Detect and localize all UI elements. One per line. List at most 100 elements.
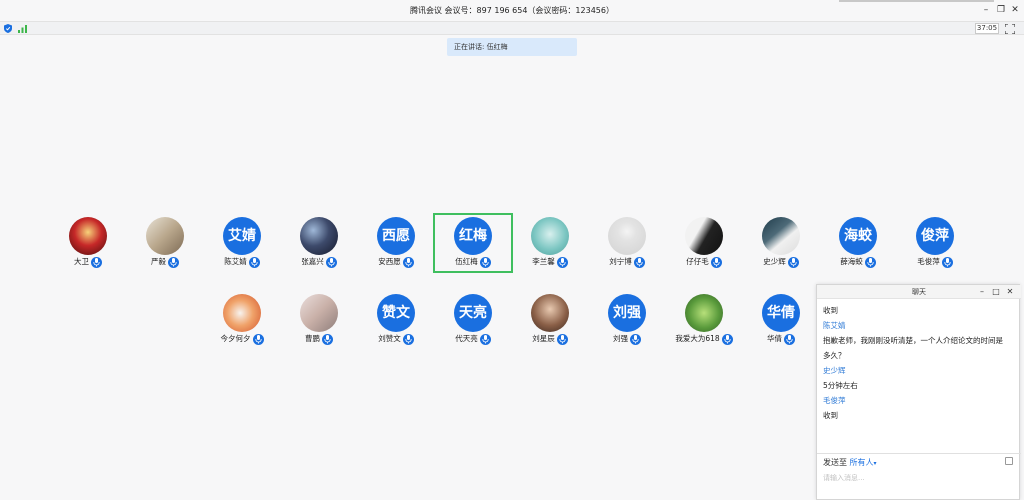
participant-name-row: 张嘉兴 <box>279 256 359 268</box>
avatar: 华倩 <box>762 294 800 332</box>
participant-tile[interactable]: 华倩 华倩 <box>741 290 821 350</box>
close-button[interactable]: ✕ <box>1009 4 1021 16</box>
screenshot-icon[interactable] <box>1005 457 1013 465</box>
avatar <box>223 294 261 332</box>
send-target-label: 所有人 <box>849 458 874 467</box>
avatar <box>685 294 723 332</box>
participant-name: 大卫 <box>74 257 89 266</box>
participant-tile[interactable]: 张嘉兴 <box>279 213 359 273</box>
microphone-icon[interactable] <box>91 256 102 268</box>
status-bar: 37:05 <box>0 21 1024 35</box>
participant-tile[interactable]: 艾婧 陈艾婧 <box>202 213 282 273</box>
microphone-icon[interactable] <box>252 333 264 345</box>
microphone-icon[interactable] <box>721 333 733 345</box>
participant-name: 李兰馨 <box>532 257 555 266</box>
participant-name-row: 代天亮 <box>433 333 513 345</box>
participant-tile[interactable]: 大卫 <box>48 213 128 273</box>
participant-tile[interactable]: 严毅 <box>125 213 205 273</box>
participant-tile[interactable]: 史少辉 <box>741 213 821 273</box>
participant-name: 刘强 <box>613 334 628 343</box>
participant-tile[interactable]: 李兰馨 <box>510 213 590 273</box>
participant-name: 曹鹏 <box>305 334 320 343</box>
chat-message-text: 5分钟左右 <box>823 381 858 390</box>
chat-message-text: 抱歉老师，我刚刚没听清楚，一个人介绍论文的时间是 <box>823 336 1003 345</box>
participant-name: 今夕何夕 <box>220 334 251 343</box>
participant-name-row: 今夕何夕 <box>202 333 282 345</box>
participant-tile[interactable]: 曹鹏 <box>279 290 359 350</box>
participant-tile[interactable]: 仔仔毛 <box>664 213 744 273</box>
chat-sender-name: 陈艾婧 <box>823 321 846 330</box>
participant-tile[interactable]: 天亮 代天亮 <box>433 290 513 350</box>
chat-message-text: 收到 <box>823 411 838 420</box>
microphone-icon[interactable] <box>168 256 179 268</box>
participant-name-row: 华倩 <box>741 333 821 345</box>
microphone-icon[interactable] <box>864 256 876 268</box>
chat-minimize-button[interactable]: – <box>977 287 987 297</box>
chat-close-button[interactable]: ✕ <box>1005 287 1015 297</box>
microphone-icon[interactable] <box>787 256 799 268</box>
microphone-icon[interactable] <box>556 333 568 345</box>
speaking-indicator: 正在讲话: 伍红梅 <box>447 38 577 56</box>
participant-tile[interactable]: 今夕何夕 <box>202 290 282 350</box>
send-to-label: 发送至 <box>823 458 847 467</box>
avatar <box>531 217 569 255</box>
fullscreen-icon[interactable] <box>1005 24 1015 34</box>
participant-name-row: 刘宁博 <box>587 256 667 268</box>
microphone-icon[interactable] <box>479 333 491 345</box>
participant-name-row: 曹鹏 <box>279 333 359 345</box>
participant-tile[interactable]: 俊萍 毛俊萍 <box>895 213 975 273</box>
participant-name-row: 李兰馨 <box>510 256 590 268</box>
chat-message-text: 收到 <box>823 306 838 315</box>
restore-button[interactable]: ❐ <box>995 4 1007 16</box>
top-edge-line <box>839 0 994 2</box>
microphone-icon[interactable] <box>402 256 414 268</box>
participant-tile[interactable]: 赞文 刘赞文 <box>356 290 436 350</box>
shield-icon[interactable] <box>4 24 12 33</box>
participant-name-row: 伍红梅 <box>435 256 511 268</box>
participant-name: 伍红梅 <box>455 257 478 266</box>
participant-tile[interactable]: 我爱大为618 <box>664 290 744 350</box>
chat-maximize-button[interactable]: □ <box>991 287 1001 297</box>
avatar: 天亮 <box>454 294 492 332</box>
signal-icon[interactable] <box>18 25 27 33</box>
participant-tile[interactable]: 红梅 伍红梅 <box>433 213 513 273</box>
participant-name-row: 史少辉 <box>741 256 821 268</box>
participant-tile[interactable]: 刘宁博 <box>587 213 667 273</box>
microphone-icon[interactable] <box>630 333 641 345</box>
microphone-icon[interactable] <box>325 256 337 268</box>
microphone-icon[interactable] <box>248 256 260 268</box>
microphone-icon[interactable] <box>402 333 414 345</box>
microphone-icon[interactable] <box>556 256 568 268</box>
microphone-icon[interactable] <box>784 333 795 345</box>
minimize-button[interactable]: – <box>980 4 992 16</box>
participant-tile[interactable]: 西愿 安西愿 <box>356 213 436 273</box>
avatar <box>531 294 569 332</box>
microphone-icon[interactable] <box>322 333 333 345</box>
avatar: 海蛟 <box>839 217 877 255</box>
participant-name: 刘宁博 <box>609 257 632 266</box>
participant-name: 刘星辰 <box>532 334 555 343</box>
participant-tile[interactable]: 海蛟 薛海蛟 <box>818 213 898 273</box>
participant-name: 史少辉 <box>763 257 786 266</box>
microphone-icon[interactable] <box>479 256 491 268</box>
participant-name-row: 大卫 <box>48 256 128 268</box>
participant-name-row: 严毅 <box>125 256 205 268</box>
participant-name-row: 安西愿 <box>356 256 436 268</box>
avatar: 俊萍 <box>916 217 954 255</box>
avatar <box>608 217 646 255</box>
chat-input[interactable] <box>823 470 1013 486</box>
avatar <box>685 217 723 255</box>
microphone-icon[interactable] <box>941 256 953 268</box>
microphone-icon[interactable] <box>633 256 645 268</box>
chat-message-list[interactable]: 收到 陈艾婧 抱歉老师，我刚刚没听清楚，一个人介绍论文的时间是 多久？ 史少辉 5分钟左右… <box>823 303 1017 451</box>
send-target-dropdown[interactable]: 所有人▾ <box>850 458 877 467</box>
participant-name-row: 刘强 <box>587 333 667 345</box>
participant-tile[interactable]: 刘星辰 <box>510 290 590 350</box>
avatar: 赞文 <box>377 294 415 332</box>
participant-tile[interactable]: 刘强 刘强 <box>587 290 667 350</box>
avatar: 红梅 <box>454 217 492 255</box>
microphone-icon[interactable] <box>710 256 722 268</box>
avatar: 西愿 <box>377 217 415 255</box>
participant-name: 薛海蛟 <box>840 257 863 266</box>
participant-name-row: 薛海蛟 <box>818 256 898 268</box>
